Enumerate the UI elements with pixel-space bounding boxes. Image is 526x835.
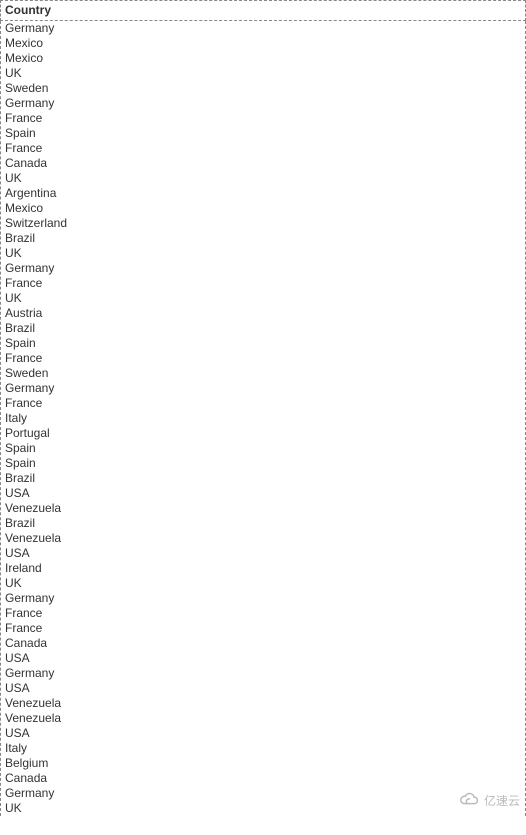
table-row: UK	[1, 576, 525, 591]
table-row: France	[1, 621, 525, 636]
table-body: GermanyMexicoMexicoUKSwedenGermanyFrance…	[0, 21, 526, 816]
table-row: Sweden	[1, 81, 525, 96]
table-row: Brazil	[1, 516, 525, 531]
table-header-cell: Country	[0, 0, 526, 21]
table-row: Mexico	[1, 36, 525, 51]
table-row: Brazil	[1, 321, 525, 336]
table-row: Venezuela	[1, 711, 525, 726]
table-row: Germany	[1, 591, 525, 606]
table-row: France	[1, 351, 525, 366]
table-row: USA	[1, 726, 525, 741]
table-row: Spain	[1, 441, 525, 456]
table-row: Mexico	[1, 51, 525, 66]
table-row: France	[1, 606, 525, 621]
table-row: UK	[1, 801, 525, 816]
table-row: Germany	[1, 96, 525, 111]
table-row: Germany	[1, 261, 525, 276]
table-row: Brazil	[1, 231, 525, 246]
table-row: Italy	[1, 741, 525, 756]
table-row: Austria	[1, 306, 525, 321]
table-row: USA	[1, 486, 525, 501]
table-row: Italy	[1, 411, 525, 426]
table-row: Mexico	[1, 201, 525, 216]
table-row: Germany	[1, 786, 525, 801]
table-row: Canada	[1, 156, 525, 171]
table-row: Germany	[1, 381, 525, 396]
table-row: Belgium	[1, 756, 525, 771]
table-row: Ireland	[1, 561, 525, 576]
table-row: Venezuela	[1, 531, 525, 546]
country-table: Country GermanyMexicoMexicoUKSwedenGerma…	[0, 0, 526, 816]
table-row: France	[1, 396, 525, 411]
table-row: USA	[1, 651, 525, 666]
table-row: Brazil	[1, 471, 525, 486]
table-row: Canada	[1, 636, 525, 651]
table-row: Switzerland	[1, 216, 525, 231]
table-row: Germany	[1, 21, 525, 36]
table-row: USA	[1, 681, 525, 696]
table-row: UK	[1, 246, 525, 261]
table-row: Canada	[1, 771, 525, 786]
table-row: Sweden	[1, 366, 525, 381]
table-row: France	[1, 141, 525, 156]
table-row: Germany	[1, 666, 525, 681]
table-row: USA	[1, 546, 525, 561]
table-row: Argentina	[1, 186, 525, 201]
table-row: Venezuela	[1, 696, 525, 711]
table-row: France	[1, 276, 525, 291]
table-row: Venezuela	[1, 501, 525, 516]
table-row: France	[1, 111, 525, 126]
table-row: Spain	[1, 336, 525, 351]
table-row: UK	[1, 171, 525, 186]
table-row: Spain	[1, 126, 525, 141]
table-row: UK	[1, 66, 525, 81]
table-row: UK	[1, 291, 525, 306]
table-row: Spain	[1, 456, 525, 471]
table-row: Portugal	[1, 426, 525, 441]
